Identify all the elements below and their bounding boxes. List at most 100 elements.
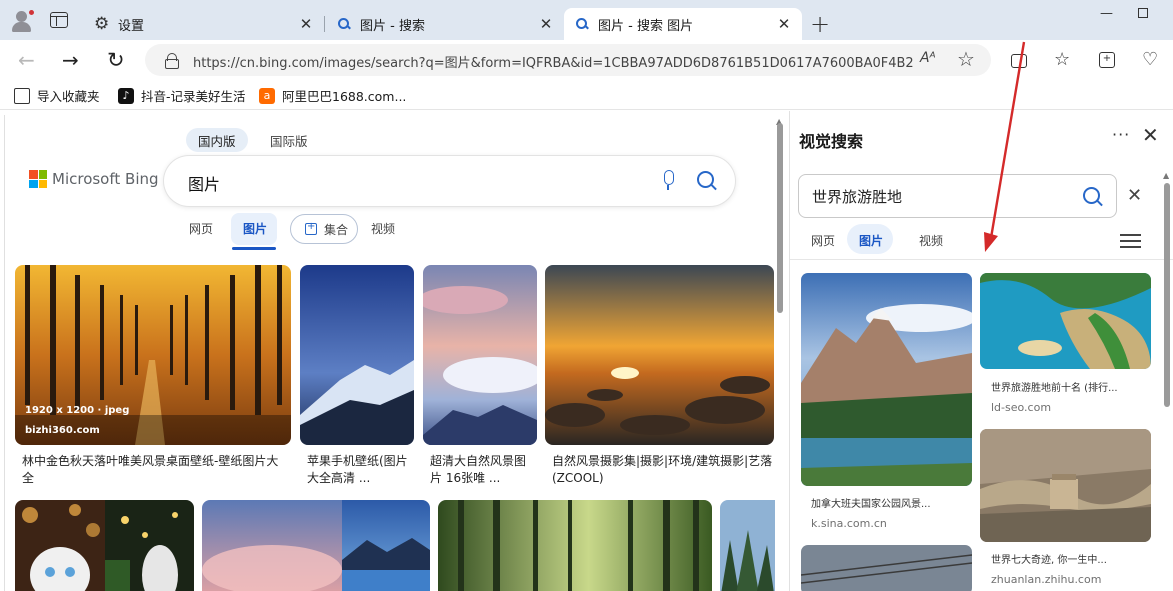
result-image-sunlit-forest[interactable] bbox=[438, 500, 712, 591]
workspaces-icon[interactable] bbox=[50, 12, 68, 28]
scroll-up-arrow-icon[interactable]: ▲ bbox=[1163, 171, 1169, 180]
scope-images[interactable]: 图片 bbox=[243, 220, 267, 237]
extension-heart-icon[interactable]: ♡ bbox=[1142, 49, 1158, 70]
new-tab-plus-icon[interactable]: + bbox=[808, 12, 832, 36]
result-image-pink-clouds[interactable] bbox=[202, 500, 342, 591]
kitten-image bbox=[15, 500, 105, 591]
result-image-lake-mountain[interactable] bbox=[342, 500, 430, 591]
result-image-pine-forest[interactable] bbox=[720, 500, 775, 591]
favorites-list-icon[interactable]: ☆ bbox=[1054, 49, 1070, 70]
region-tab-china[interactable]: 国内版 bbox=[186, 128, 248, 152]
tab-title: 图片 - 搜索 图片 bbox=[598, 18, 694, 34]
address-bar[interactable]: https://cn.bing.com/images/search?q=图片&f… bbox=[145, 44, 991, 76]
visual-result-image-tropical-coast[interactable] bbox=[980, 273, 1151, 369]
visual-result-image-mountain-lake[interactable] bbox=[801, 273, 972, 486]
lake-mountain-image bbox=[342, 500, 430, 591]
more-options-icon[interactable]: ··· bbox=[1112, 125, 1130, 144]
visual-search-panel: 视觉搜索 ··· ✕ 世界旅游胜地 ✕ 网页 图片 视频 ▲ 加拿大班夫国家公园… bbox=[789, 111, 1173, 591]
toolbar: ← → ↻ https://cn.bing.com/images/search?… bbox=[0, 40, 1173, 80]
close-icon[interactable]: ✕ bbox=[538, 15, 554, 33]
result-image-cloud-sky[interactable] bbox=[423, 265, 537, 445]
sunlit-forest-image bbox=[438, 500, 712, 591]
result-image-snow-mountain[interactable] bbox=[300, 265, 414, 445]
kitten-night-image bbox=[105, 500, 194, 591]
search-query[interactable]: 图片 bbox=[188, 171, 220, 195]
tab-image-search[interactable]: 图片 - 搜索 ✕ bbox=[326, 8, 564, 40]
autumn-forest-image bbox=[15, 265, 291, 445]
tab-settings[interactable]: ⚙ 设置 ✕ bbox=[84, 8, 324, 40]
snow-mountain-image bbox=[300, 265, 414, 445]
favorites-bar: 导入收藏夹 ♪ 抖音-记录美好生活 a 阿里巴巴1688.com... bbox=[0, 80, 1173, 110]
image-size-meta: 1920 x 1200 · jpeg bbox=[25, 405, 130, 416]
close-icon[interactable]: ✕ bbox=[298, 15, 314, 33]
collections-icon[interactable]: + bbox=[1099, 52, 1115, 68]
result-image-kitten-bokeh[interactable] bbox=[15, 500, 105, 591]
result-caption[interactable]: 林中金色秋天落叶唯美风景桌面壁纸-壁纸图片大全 bbox=[22, 453, 288, 489]
panel-scrollbar[interactable] bbox=[1164, 183, 1170, 407]
back-arrow-icon[interactable]: ← bbox=[18, 48, 35, 72]
result-caption[interactable]: 苹果手机壁纸(图片大全高清 ... bbox=[307, 453, 411, 489]
cloud-sky-image bbox=[423, 265, 537, 445]
favorite-star-icon[interactable]: ☆ bbox=[957, 47, 975, 71]
menu-icon[interactable] bbox=[1120, 234, 1141, 248]
visual-result-source[interactable]: k.sina.com.cn bbox=[811, 517, 887, 530]
scope-web[interactable]: 网页 bbox=[189, 220, 213, 237]
region-tab-label: 国际版 bbox=[270, 133, 308, 149]
visual-result-caption[interactable]: 世界七大奇迹, 你一生中... bbox=[991, 551, 1151, 566]
close-icon[interactable]: ✕ bbox=[1142, 123, 1159, 147]
mountain-lake-image bbox=[801, 273, 972, 486]
pine-forest-image bbox=[720, 500, 775, 591]
forward-arrow-icon[interactable]: → bbox=[62, 48, 79, 72]
tab-separator bbox=[324, 16, 325, 32]
favorite-alibaba[interactable]: a 阿里巴巴1688.com... bbox=[259, 86, 406, 105]
maximize-icon[interactable] bbox=[1138, 8, 1148, 18]
split-screen-icon[interactable] bbox=[1011, 54, 1027, 68]
visual-result-source[interactable]: ld-seo.com bbox=[991, 401, 1051, 414]
panel-divider bbox=[790, 259, 1173, 260]
image-source-meta[interactable]: bizhi360.com bbox=[25, 425, 100, 436]
profile-avatar-icon[interactable] bbox=[10, 9, 35, 33]
sunset-shore-image bbox=[545, 265, 774, 445]
visual-result-source[interactable]: zhuanlan.zhihu.com bbox=[991, 573, 1101, 586]
clear-search-icon[interactable]: ✕ bbox=[1127, 185, 1142, 206]
search-icon[interactable] bbox=[1082, 186, 1104, 208]
search-input[interactable]: 图片 bbox=[164, 156, 735, 206]
visual-result-caption[interactable]: 加拿大班夫国家公园风景... bbox=[811, 495, 961, 510]
result-caption[interactable]: 自然风景摄影集|摄影|环境/建筑摄影|艺落(ZCOOL) bbox=[552, 453, 774, 489]
refresh-icon[interactable]: ↻ bbox=[107, 48, 125, 72]
panel-tab-web[interactable]: 网页 bbox=[811, 232, 835, 249]
tab-image-search-active[interactable]: 图片 - 搜索 图片 ✕ bbox=[564, 8, 802, 40]
panel-tab-images[interactable]: 图片 bbox=[859, 232, 883, 249]
result-caption[interactable]: 超清大自然风景图片 16张唯 ... bbox=[430, 453, 534, 489]
region-tab-international[interactable]: 国际版 bbox=[258, 128, 320, 152]
read-aloud-icon[interactable]: Aᴬ bbox=[920, 50, 936, 66]
result-image-kitten-night[interactable] bbox=[105, 500, 194, 591]
scope-collections-button[interactable]: 集合 bbox=[290, 214, 358, 244]
minimize-icon[interactable]: — bbox=[1100, 6, 1113, 21]
visual-result-caption[interactable]: 世界旅游胜地前十名 (排行... bbox=[991, 379, 1151, 394]
page-scrollbar[interactable] bbox=[777, 123, 783, 313]
visual-result-image-great-wall[interactable] bbox=[980, 429, 1151, 542]
tab-title: 设置 bbox=[118, 18, 145, 34]
favorite-douyin[interactable]: ♪ 抖音-记录美好生活 bbox=[118, 86, 246, 105]
scope-underline bbox=[232, 247, 276, 250]
visual-search-input[interactable]: 世界旅游胜地 bbox=[798, 174, 1117, 218]
collections-icon bbox=[305, 221, 317, 235]
visual-result-image-cable[interactable] bbox=[801, 545, 972, 591]
favorite-import[interactable]: 导入收藏夹 bbox=[14, 86, 100, 105]
microphone-icon[interactable] bbox=[662, 170, 674, 190]
close-icon[interactable]: ✕ bbox=[776, 15, 792, 33]
search-icon[interactable] bbox=[696, 170, 718, 192]
scope-videos[interactable]: 视频 bbox=[371, 220, 395, 237]
url-text[interactable]: https://cn.bing.com/images/search?q=图片&f… bbox=[193, 52, 913, 71]
panel-tab-videos[interactable]: 视频 bbox=[919, 232, 943, 249]
lock-icon[interactable] bbox=[165, 53, 179, 69]
visual-search-query[interactable]: 世界旅游胜地 bbox=[812, 186, 902, 207]
page-left-border bbox=[4, 115, 5, 591]
microsoft-bing-logo[interactable]: Microsoft Bing bbox=[29, 170, 159, 188]
result-image-sunset-shore[interactable] bbox=[545, 265, 774, 445]
favorite-label: 导入收藏夹 bbox=[37, 89, 100, 104]
result-image-autumn-forest[interactable]: 1920 x 1200 · jpeg bizhi360.com bbox=[15, 265, 291, 445]
tropical-coast-image bbox=[980, 273, 1151, 369]
logo-text: Microsoft Bing bbox=[52, 170, 159, 188]
